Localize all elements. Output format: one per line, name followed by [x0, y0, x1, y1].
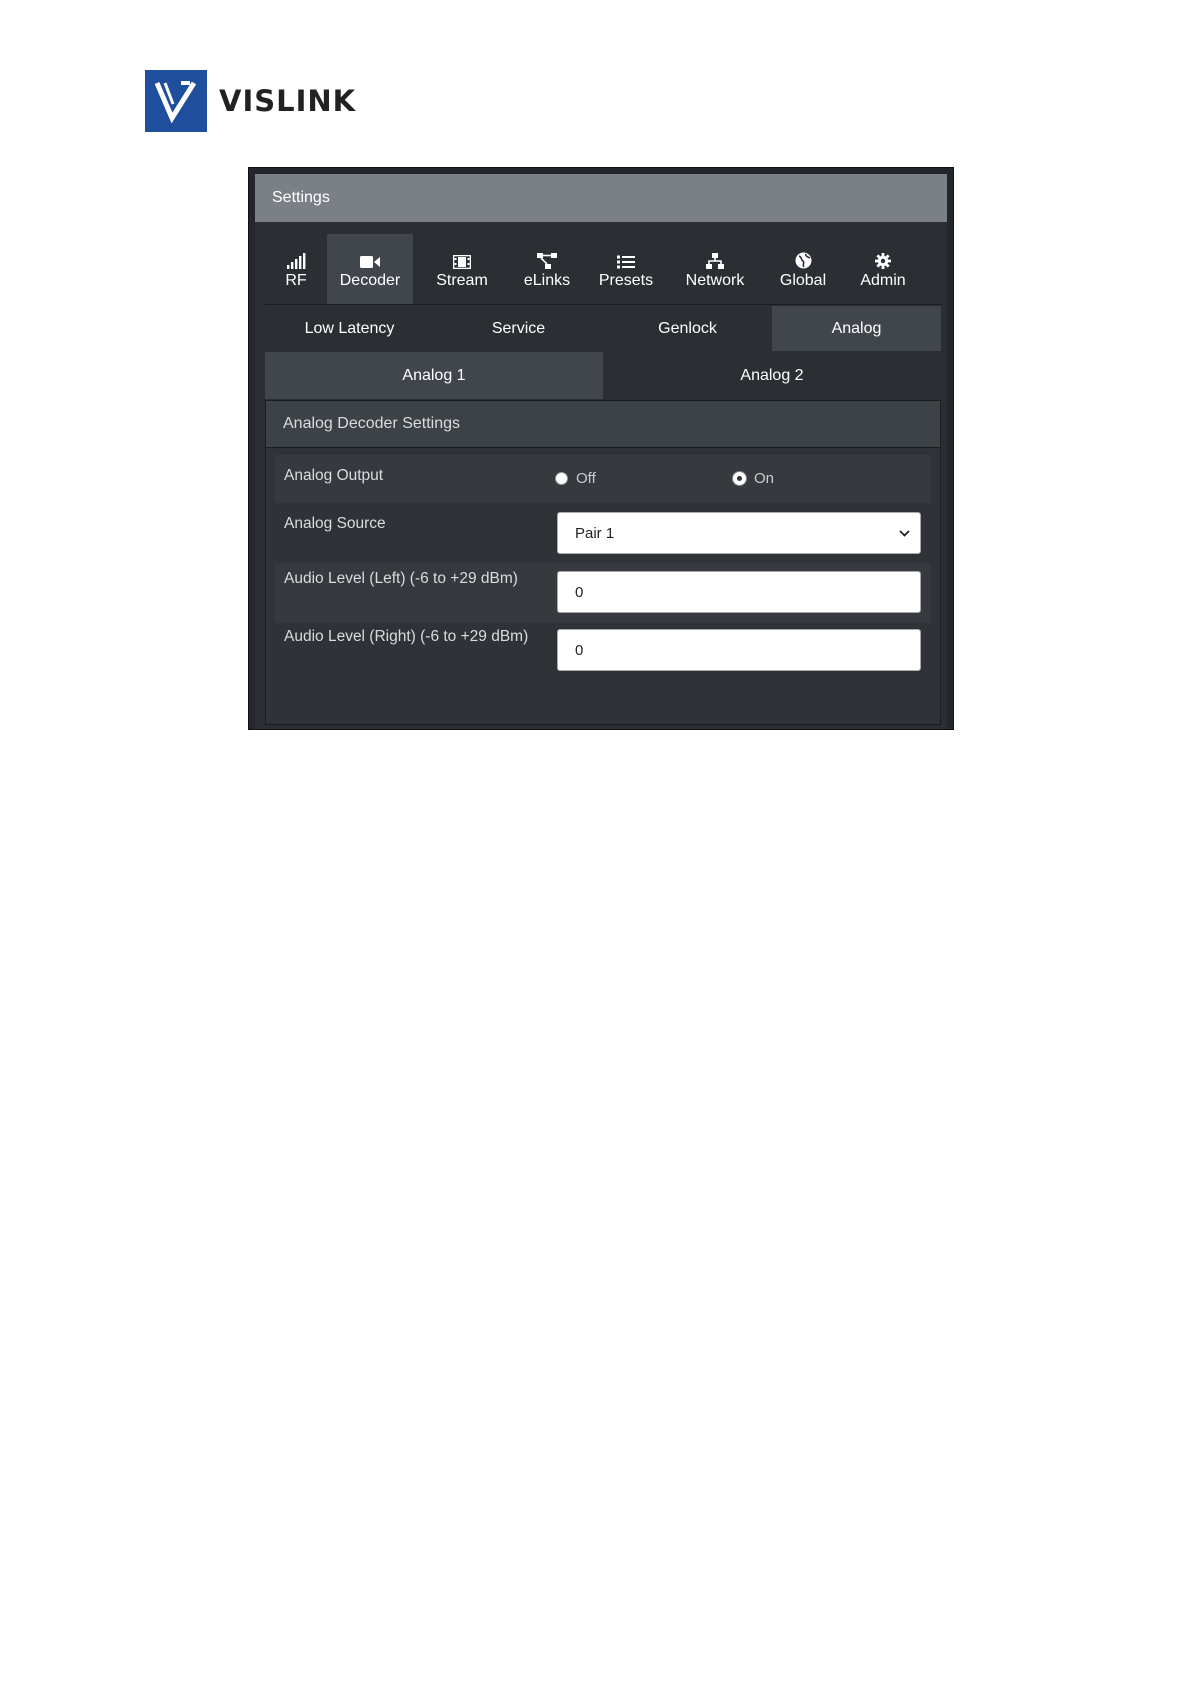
section-title: Analog Decoder Settings	[266, 401, 940, 448]
signal-bars-icon	[286, 249, 306, 269]
tab-low-latency[interactable]: Low Latency	[265, 306, 434, 351]
decoder-sub-tabs: Low Latency Service Genlock Analog	[265, 306, 941, 351]
audio-right-label: Audio Level (Right) (-6 to +29 dBm)	[284, 628, 529, 645]
nav-global[interactable]: Global	[761, 234, 845, 304]
logo-wordmark: VISLINK	[219, 84, 357, 118]
nav-label: Network	[685, 271, 745, 289]
audio-left-row: Audio Level (Left) (-6 to +29 dBm) 0	[275, 563, 931, 623]
nav-decoder[interactable]: Decoder	[327, 234, 413, 304]
analog-channel-tabs: Analog 1 Analog 2	[265, 352, 941, 399]
nav-rf[interactable]: RF	[265, 234, 327, 304]
analog-source-row: Analog Source Pair 1	[275, 503, 931, 563]
audio-right-row: Audio Level (Right) (-6 to +29 dBm) 0	[275, 623, 931, 683]
links-icon	[537, 249, 557, 269]
chevron-down-icon	[899, 526, 910, 544]
radio-unchecked-icon	[555, 472, 568, 485]
input-value: 0	[575, 641, 584, 659]
audio-left-label: Audio Level (Left) (-6 to +29 dBm)	[284, 570, 518, 587]
audio-left-input[interactable]: 0	[557, 571, 921, 613]
gear-icon	[875, 249, 891, 269]
tab-genlock[interactable]: Genlock	[603, 306, 772, 351]
nav-admin[interactable]: Admin	[845, 234, 921, 304]
nav-label: RF	[285, 271, 307, 289]
settings-panel: Settings RF Decoder Stream eLinks Preset…	[248, 167, 954, 730]
list-icon	[617, 249, 635, 269]
vislink-logo: VISLINK	[145, 70, 356, 132]
network-icon	[706, 249, 724, 269]
nav-stream[interactable]: Stream	[413, 234, 511, 304]
analog-output-on-radio[interactable]: On	[733, 470, 774, 487]
nav-label: Stream	[436, 271, 488, 289]
tab-analog-2[interactable]: Analog 2	[603, 352, 941, 399]
input-value: 0	[575, 583, 584, 601]
audio-right-input[interactable]: 0	[557, 629, 921, 671]
nav-network[interactable]: Network	[669, 234, 761, 304]
analog-output-off-radio[interactable]: Off	[555, 470, 596, 487]
globe-icon	[795, 249, 812, 269]
radio-label: On	[754, 470, 775, 487]
nav-label: Admin	[860, 271, 906, 289]
analog-output-label: Analog Output	[284, 467, 384, 484]
nav-presets[interactable]: Presets	[583, 234, 669, 304]
nav-label: Decoder	[339, 271, 401, 289]
analog-source-label: Analog Source	[284, 515, 386, 532]
nav-label: eLinks	[523, 271, 571, 289]
nav-label: Presets	[598, 271, 654, 289]
radio-checked-icon	[733, 472, 746, 485]
logo-mark-icon	[145, 70, 207, 132]
analog-output-row: Analog Output Off On	[275, 455, 931, 503]
nav-elinks[interactable]: eLinks	[511, 234, 583, 304]
analog-decoder-settings: Analog Decoder Settings Analog Output Of…	[265, 400, 941, 725]
panel-body: RF Decoder Stream eLinks Presets Network…	[255, 222, 947, 729]
analog-source-select[interactable]: Pair 1	[557, 512, 921, 554]
video-camera-icon	[360, 249, 380, 269]
radio-label: Off	[576, 470, 596, 487]
select-value: Pair 1	[575, 524, 615, 542]
main-nav: RF Decoder Stream eLinks Presets Network…	[265, 234, 941, 305]
panel-title: Settings	[255, 174, 947, 222]
nav-label: Global	[779, 271, 827, 289]
tab-analog-1[interactable]: Analog 1	[265, 352, 603, 399]
tab-service[interactable]: Service	[434, 306, 603, 351]
film-icon	[453, 249, 471, 269]
tab-analog[interactable]: Analog	[772, 306, 941, 351]
